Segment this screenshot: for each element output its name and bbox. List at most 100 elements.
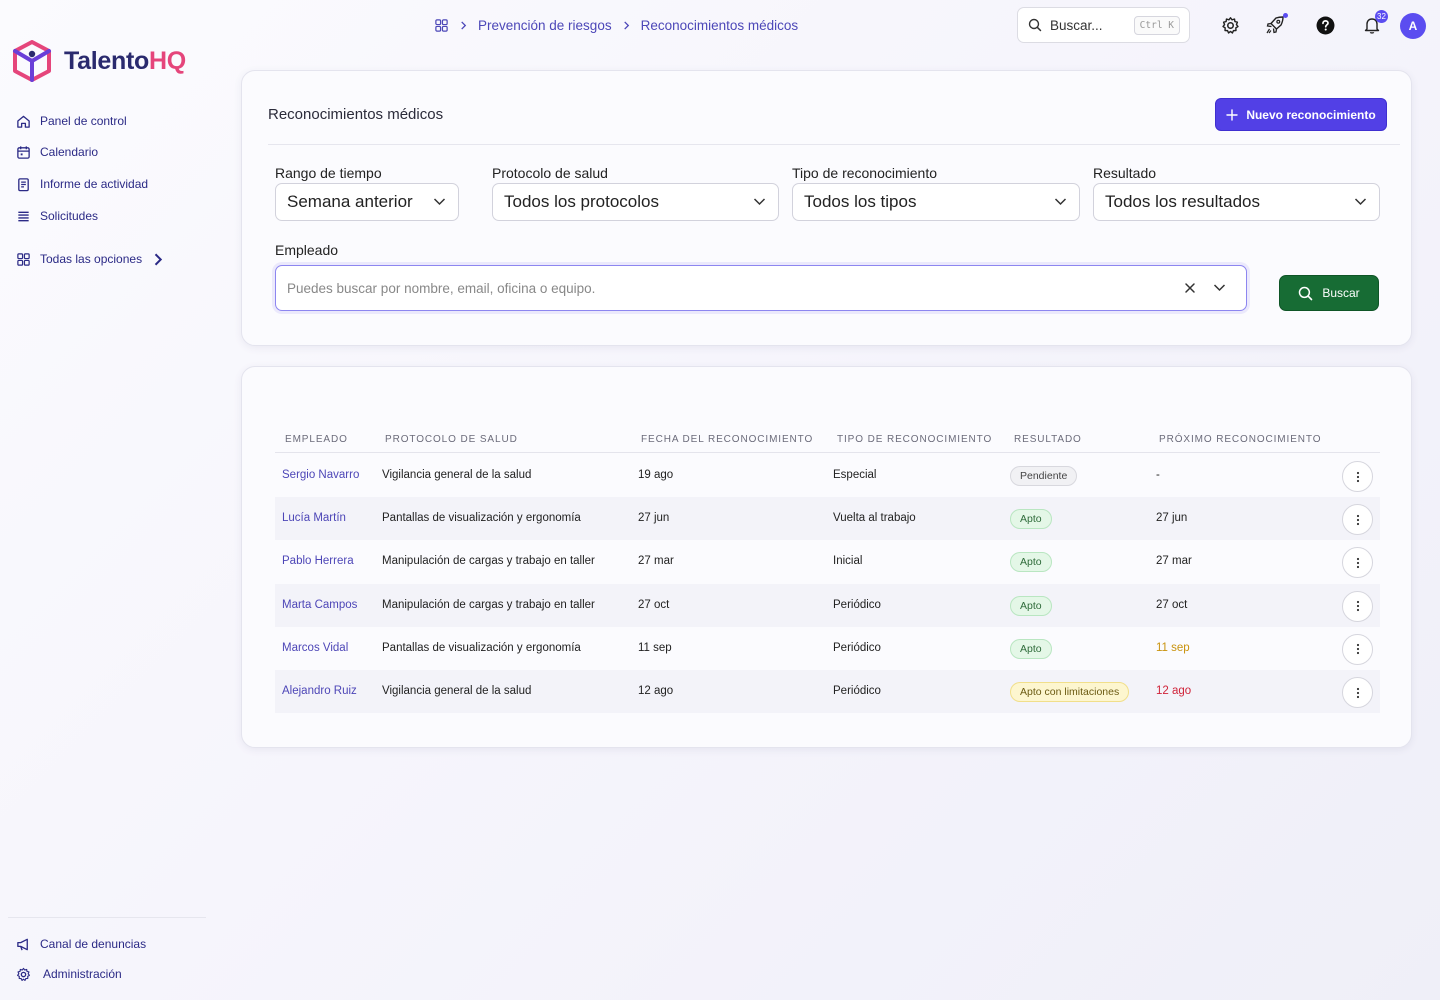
kebab-icon	[1356, 514, 1360, 526]
clear-icon[interactable]	[1184, 282, 1196, 294]
time-range-label: Rango de tiempo	[275, 165, 382, 181]
notifications-badge: 32	[1375, 10, 1388, 23]
kebab-icon	[1356, 600, 1360, 612]
settings-button[interactable]	[1219, 14, 1241, 36]
new-dot	[1283, 13, 1288, 18]
col-exam-date[interactable]: FECHA DEL RECONOCIMIENTO	[641, 434, 813, 445]
gear-icon	[1221, 16, 1240, 35]
result-badge: Pendiente	[1010, 466, 1078, 486]
table-row[interactable]: Alejandro Ruiz Vigilancia general de la s…	[275, 670, 1380, 713]
employee-link[interactable]: Pablo Herrera	[282, 555, 354, 567]
protocol-cell: Manipulación de cargas y trabajo en tall…	[382, 598, 595, 611]
protocol-cell: Vigilancia general de la salud	[382, 469, 532, 481]
sidebar-item-whistleblowing[interactable]: Canal de denuncias	[16, 936, 146, 952]
col-exam-type[interactable]: TIPO DE RECONOCIMIENTO	[837, 434, 992, 445]
exam-type-cell: Periódico	[833, 641, 881, 654]
table-row[interactable]: Sergio Navarro Vigilancia general de la s…	[275, 454, 1380, 497]
employee-link[interactable]: Alejandro Ruiz	[282, 685, 357, 697]
table-row[interactable]: Marta Campos Manipulación de cargas y tra…	[275, 583, 1380, 627]
exam-type-cell: Vuelta al trabajo	[833, 512, 916, 525]
row-actions-button[interactable]	[1342, 547, 1373, 579]
row-actions-button[interactable]	[1342, 677, 1373, 708]
sidebar: TalentoHQ Panel de control Calendario In…	[0, 0, 216, 1000]
exam-date-cell: 12 ago	[638, 685, 674, 697]
col-protocol[interactable]: PROTOCOLO DE SALUD	[385, 434, 518, 445]
help-button[interactable]	[1314, 14, 1336, 36]
sidebar-item-activity-report[interactable]: Informe de actividad	[16, 176, 148, 192]
sidebar-item-label: Calendario	[40, 145, 99, 159]
chevron-down-icon[interactable]	[1213, 283, 1226, 292]
new-exam-button[interactable]: Nuevo reconocimiento	[1215, 98, 1387, 131]
table-row[interactable]: Pablo Herrera Manipulación de cargas y tr…	[275, 540, 1380, 583]
sidebar-item-requests[interactable]: Solicitudes	[16, 208, 98, 224]
whats-new-button[interactable]	[1264, 13, 1288, 36]
question-icon	[1316, 16, 1335, 35]
exam-type-label: Tipo de reconocimiento	[792, 165, 938, 181]
chevron-down-icon	[1054, 197, 1067, 206]
employee-link[interactable]: Lucía Martín	[282, 512, 346, 524]
row-actions-button[interactable]	[1342, 633, 1373, 665]
result-badge: Apto	[1010, 509, 1052, 530]
user-avatar[interactable]: A	[1400, 13, 1426, 39]
sidebar-item-label: Panel de control	[40, 114, 127, 128]
sidebar-item-calendar[interactable]: Calendario	[16, 144, 98, 160]
employee-link[interactable]: Marcos Vidal	[282, 642, 348, 654]
time-range-select[interactable]: Semana anterior	[275, 183, 459, 221]
table-row[interactable]: Marcos Vidal Pantallas de visualización y…	[275, 627, 1380, 670]
plus-icon	[1226, 108, 1239, 121]
employee-link[interactable]: Sergio Navarro	[282, 469, 359, 481]
employee-placeholder: Puedes buscar por nombre, email, oficina…	[287, 280, 596, 296]
exam-type-select[interactable]: Todos los tipos	[792, 183, 1080, 221]
search-button-label: Buscar	[1322, 286, 1360, 300]
protocol-cell: Pantallas de visualización y ergonomía	[382, 512, 581, 525]
sidebar-item-label: Administración	[43, 967, 122, 981]
sidebar-item-label: Canal de denuncias	[40, 937, 147, 951]
report-icon	[16, 177, 31, 192]
table-row[interactable]: Lucía Martín Pantallas de visualización y…	[275, 497, 1380, 541]
rocket-icon	[1265, 15, 1285, 35]
employee-link[interactable]: Marta Campos	[282, 599, 357, 611]
kebab-icon	[1356, 557, 1360, 569]
kebab-icon	[1356, 687, 1360, 699]
exam-date-cell: 27 mar	[638, 555, 674, 568]
row-actions-button[interactable]	[1342, 461, 1373, 492]
result-label: Resultado	[1093, 165, 1157, 181]
sidebar-item-all-options[interactable]: Todas las opciones	[16, 251, 166, 267]
nav-all-wrap: Todas las opciones	[16, 251, 166, 267]
exam-type-value: Todos los tipos	[804, 192, 917, 211]
row-actions-button[interactable]	[1342, 504, 1373, 536]
brand-logo[interactable]: TalentoHQ	[12, 40, 186, 82]
chevron-down-icon	[1354, 197, 1367, 206]
exam-date-cell: 27 jun	[638, 512, 670, 525]
new-exam-label: Nuevo reconocimiento	[1246, 107, 1376, 122]
result-select[interactable]: Todos los resultados	[1093, 183, 1380, 221]
result-value: Todos los resultados	[1105, 192, 1260, 211]
col-result[interactable]: RESULTADO	[1014, 434, 1082, 445]
sidebar-item-dashboard[interactable]: Panel de control	[16, 113, 127, 129]
nav-admin-wrap: Administración	[16, 966, 122, 982]
row-actions-button[interactable]	[1342, 590, 1373, 622]
megaphone-icon	[16, 937, 31, 952]
next-exam-cell: 27 jun	[1156, 512, 1188, 525]
nav-whistle-wrap: Canal de denuncias	[16, 936, 146, 952]
next-exam-cell: 27 mar	[1156, 555, 1192, 568]
exam-type-cell: Periódico	[833, 685, 881, 697]
time-range-value: Semana anterior	[287, 192, 413, 211]
apps-grid-icon[interactable]	[434, 18, 449, 33]
global-search[interactable]: Buscar... Ctrl K	[1017, 7, 1190, 43]
breadcrumb-current[interactable]: Reconocimientos médicos	[641, 18, 799, 33]
protocol-select[interactable]: Todos los protocolos	[492, 183, 779, 221]
chevron-down-icon	[433, 197, 446, 206]
breadcrumb-link-risk-prevention[interactable]: Prevención de riesgos	[478, 18, 612, 33]
search-button[interactable]: Buscar	[1279, 275, 1379, 311]
col-next-exam[interactable]: PRÓXIMO RECONOCIMIENTO	[1159, 434, 1321, 445]
sidebar-item-administration[interactable]: Administración	[16, 966, 122, 982]
employee-search-input[interactable]: Puedes buscar por nombre, email, oficina…	[275, 265, 1247, 311]
col-employee[interactable]: EMPLEADO	[285, 434, 348, 445]
nav-main: Panel de control	[16, 113, 127, 129]
protocol-value: Todos los protocolos	[504, 192, 659, 211]
exam-type-cell: Periódico	[833, 598, 881, 611]
search-shortcut: Ctrl K	[1133, 16, 1180, 35]
page-title: Reconocimientos médicos	[268, 106, 444, 123]
chevron-down-icon	[753, 197, 766, 206]
